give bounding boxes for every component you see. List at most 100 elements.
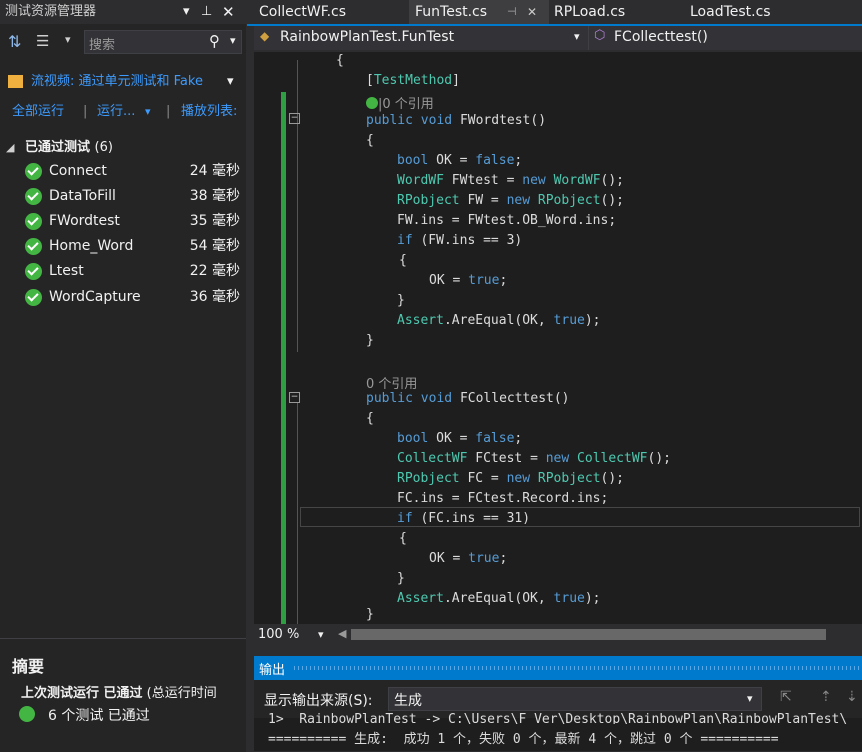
run-all-link[interactable]: 全部运行 [12,100,64,124]
editor-bottom-bar: 100 % ▾ ◀ [254,624,862,646]
video-link[interactable]: 流视频: 通过单元测试和 Fake [31,70,221,94]
test-duration: 35 毫秒 [189,213,240,229]
search-icon[interactable]: ⚲ [209,32,220,50]
code-line: CollectWF FCtest = new CollectWF(); [397,451,671,466]
next-message-icon[interactable]: ⇣ [846,689,858,705]
test-row[interactable]: Ltest 22 毫秒 [0,259,246,284]
passed-count: 6 个测试 已通过 [48,708,150,724]
test-duration: 54 毫秒 [189,238,240,254]
member-name: FCollecttest() [614,29,708,45]
explorer-title-bar: 测试资源管理器 ▾ ⊥ ✕ [0,0,246,24]
code-line: |0 个引用 [366,93,434,112]
separator: | [166,104,171,119]
chevron-down-icon[interactable]: ▾ [227,70,234,94]
drag-grip[interactable] [294,666,860,670]
passed-check-icon [25,188,42,205]
list-icon[interactable]: ☰ [36,32,49,50]
tab-label: FunTest.cs [415,4,488,20]
passed-check-icon [25,163,42,180]
passed-tests-group[interactable]: ◢ 已通过测试 (6) [6,136,113,155]
code-line: 0 个引用 [366,373,417,392]
source-label: 显示输出来源(S): [264,693,373,709]
code-line: public void FCollecttest() [366,391,570,406]
codelens-references[interactable]: 0 个引用 [366,377,417,392]
pin-icon[interactable]: ⊣ [507,0,517,24]
test-duration: 24 毫秒 [189,163,240,179]
chevron-down-icon[interactable]: ▾ [574,30,580,43]
zoom-dropdown[interactable]: 100 % ▾ [254,624,332,646]
output-line: 1> RainbowPlanTest -> C:\Users\F_Ver\Des… [268,712,848,724]
tab-funtest[interactable]: FunTest.cs ⊣ ✕ [409,0,549,24]
code-line: FW.ins = FWtest.OB_Word.ins; [397,213,617,228]
code-line: if (FC.ins == 31) [397,511,531,526]
close-icon[interactable]: ✕ [222,0,235,24]
test-row[interactable]: FWordtest 35 毫秒 [0,209,246,234]
previous-message-icon[interactable]: ⇡ [820,689,832,705]
collapse-triangle-icon[interactable]: ◢ [6,141,14,154]
chevron-down-icon[interactable]: ▾ [747,692,753,705]
passed-check-icon [25,213,42,230]
tab-collectwf[interactable]: CollectWF.cs [259,0,346,24]
video-link-bar[interactable]: 流视频: 通过单元测试和 Fake ▾ [0,70,246,94]
document-tabs: CollectWF.cs FunTest.cs ⊣ ✕ RPLoad.cs Lo… [247,0,862,24]
code-line: { [399,531,407,546]
group-by-icon[interactable]: ⇅ [8,32,21,51]
pin-icon[interactable]: ⊥ [201,0,212,24]
class-icon: ◆ [260,29,270,43]
search-options-icon[interactable]: ▾ [230,34,236,47]
chevron-down-icon[interactable]: ▾ [65,33,71,46]
run-menu-link[interactable]: 运行... [97,100,135,124]
code-line: OK = true; [429,273,508,288]
chevron-down-icon[interactable]: ▾ [145,100,151,124]
test-duration: 38 毫秒 [189,188,240,204]
close-icon[interactable]: ✕ [527,0,537,24]
source-value: 生成 [394,693,422,709]
search-input[interactable]: 搜索 ⚲ ▾ [84,30,242,54]
test-name: Home_Word [49,238,134,254]
member-dropdown[interactable]: ⬡ FCollecttest() [590,26,862,50]
method-icon: ⬡ [594,28,606,43]
code-line: RPobject FW = new RPobject(); [397,193,625,208]
test-row[interactable]: Home_Word 54 毫秒 [0,234,246,259]
class-dropdown[interactable]: ◆ RainbowPlanTest.FunTest ▾ [254,26,589,50]
collapse-icon[interactable]: − [289,392,300,403]
group-count: (6) [94,140,113,155]
test-name: DataToFill [49,188,116,204]
codelens-references[interactable]: |0 个引用 [378,97,434,112]
last-run-status[interactable]: 上次测试运行 已通过 [21,686,143,701]
test-row[interactable]: Connect 24 毫秒 [0,159,246,184]
attribute-name: TestMethod [373,73,453,88]
test-name: FWordtest [49,213,120,229]
passed-check-icon [19,706,35,722]
tab-loadtest[interactable]: LoadTest.cs [690,0,771,24]
playlist-menu-link[interactable]: 播放列表: [181,100,237,124]
code-line: { [366,411,374,426]
tab-rpload[interactable]: RPLoad.cs [554,0,625,24]
navigation-bar: ◆ RainbowPlanTest.FunTest ▾ ⬡ FCollectte… [254,26,862,50]
output-line: ========== 生成: 成功 1 个，失败 0 个，最新 4 个，跳过 0… [268,732,779,747]
video-icon [8,75,23,88]
code-line: Assert.AreEqual(OK, true); [397,591,601,606]
zoom-level: 100 % [258,627,300,642]
scroll-left-icon[interactable]: ◀ [338,627,346,640]
last-run-detail: (总运行时间 [146,686,217,701]
passed-check-icon [25,238,42,255]
class-name: RainbowPlanTest.FunTest [280,29,455,45]
find-message-icon[interactable]: ⇱ [780,689,792,705]
code-line: { [366,133,374,148]
test-row[interactable]: DataToFill 38 毫秒 [0,184,246,209]
test-name: WordCapture [49,289,141,305]
code-line: RPobject FC = new RPobject(); [397,471,625,486]
dropdown-icon[interactable]: ▾ [183,0,190,24]
search-placeholder: 搜索 [89,38,116,53]
code-editor[interactable] [254,52,862,624]
test-passed-icon[interactable] [366,97,378,109]
code-line: bool OK = false; [397,431,523,446]
chevron-down-icon[interactable]: ▾ [318,628,324,641]
passed-check-icon [25,263,42,280]
test-row[interactable]: WordCapture 36 毫秒 [0,285,246,310]
collapse-icon[interactable]: − [289,113,300,124]
output-source-select[interactable]: 生成 ▾ [388,687,762,711]
test-duration: 36 毫秒 [189,289,240,305]
horizontal-scrollbar-thumb[interactable] [351,629,826,640]
